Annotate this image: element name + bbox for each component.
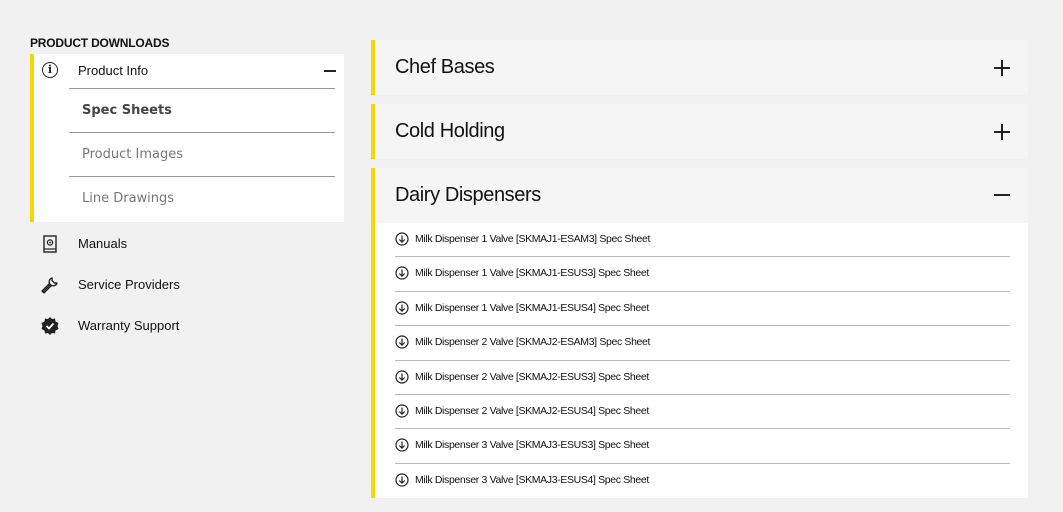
accordion-header[interactable]: Cold Holding: [375, 104, 1028, 159]
accordion-title: Dairy Dispensers: [395, 184, 541, 206]
accordion-dairy-dispensers: Dairy Dispensers Milk Dispenser 1 Valve …: [371, 168, 1028, 499]
download-icon: [395, 369, 409, 384]
wrench-icon: [41, 277, 58, 294]
download-row[interactable]: Milk Dispenser 1 Valve [SKMAJ1-ESUS3] Sp…: [395, 257, 1010, 292]
manuals-label: Manuals: [78, 236, 128, 251]
shield-check-icon: [41, 317, 59, 335]
accordion-cold-holding: Cold Holding: [371, 104, 1028, 159]
accordion-title: Cold Holding: [395, 120, 505, 142]
download-link[interactable]: Milk Dispenser 1 Valve [SKMAJ1-ESUS3] Sp…: [415, 267, 649, 279]
plus-icon[interactable]: [994, 60, 1010, 76]
info-icon: i: [42, 62, 58, 78]
sidebar-item-warranty-support[interactable]: Warranty Support: [30, 304, 344, 345]
sidebar-item-service-providers[interactable]: Service Providers: [30, 263, 344, 304]
download-link[interactable]: Milk Dispenser 2 Valve [SKMAJ2-ESAM3] Sp…: [415, 336, 650, 348]
downloads-list: Milk Dispenser 1 Valve [SKMAJ1-ESAM3] Sp…: [375, 223, 1028, 499]
download-link[interactable]: Milk Dispenser 1 Valve [SKMAJ1-ESAM3] Sp…: [415, 233, 650, 245]
sidebar-item-product-images[interactable]: Product Images: [69, 132, 335, 176]
download-icon: [395, 473, 409, 487]
download-icon: [395, 266, 409, 280]
collapse-icon[interactable]: [324, 70, 336, 72]
download-icon: [395, 404, 409, 418]
minus-icon[interactable]: [994, 194, 1010, 196]
plus-icon[interactable]: [994, 124, 1010, 140]
download-link[interactable]: Milk Dispenser 3 Valve [SKMAJ3-ESUS3] Sp…: [415, 439, 649, 451]
sidebar-section-product-info: i Product Info Spec Sheets Product Image…: [30, 54, 344, 222]
accordion-title: Chef Bases: [395, 56, 495, 78]
download-row[interactable]: Milk Dispenser 3 Valve [SKMAJ3-ESUS4] Sp…: [395, 464, 1010, 498]
download-link[interactable]: Milk Dispenser 3 Valve [SKMAJ3-ESUS4] Sp…: [415, 474, 649, 486]
download-row[interactable]: Milk Dispenser 2 Valve [SKMAJ2-ESAM3] Sp…: [395, 326, 1010, 361]
service-providers-label: Service Providers: [78, 277, 180, 292]
sidebar-item-line-drawings[interactable]: Line Drawings: [69, 176, 335, 220]
accordion-chef-bases: Chef Bases: [371, 40, 1028, 95]
download-link[interactable]: Milk Dispenser 1 Valve [SKMAJ1-ESUS4] Sp…: [415, 302, 649, 314]
download-link[interactable]: Milk Dispenser 2 Valve [SKMAJ2-ESUS4] Sp…: [415, 405, 649, 417]
product-info-toggle[interactable]: i Product Info: [34, 54, 340, 88]
download-row[interactable]: Milk Dispenser 1 Valve [SKMAJ1-ESUS4] Sp…: [395, 292, 1010, 327]
download-icon: [395, 232, 409, 246]
manual-icon: [43, 235, 57, 253]
product-info-sublist: Spec Sheets Product Images Line Drawings: [69, 88, 335, 220]
sidebar-heading: PRODUCT DOWNLOADS: [30, 36, 170, 50]
download-link[interactable]: Milk Dispenser 2 Valve [SKMAJ2-ESUS3] Sp…: [415, 371, 649, 383]
warranty-support-label: Warranty Support: [78, 318, 180, 333]
download-icon: [395, 301, 409, 315]
sidebar-item-manuals[interactable]: Manuals: [30, 222, 344, 263]
product-info-label: Product Info: [78, 63, 149, 78]
download-icon: [395, 335, 409, 349]
download-row[interactable]: Milk Dispenser 2 Valve [SKMAJ2-ESUS4] Sp…: [395, 395, 1010, 430]
download-row[interactable]: Milk Dispenser 2 Valve [SKMAJ2-ESUS3] Sp…: [395, 361, 1010, 395]
sidebar: PRODUCT DOWNLOADS i Product Info Spec Sh…: [30, 36, 344, 345]
download-row[interactable]: Milk Dispenser 1 Valve [SKMAJ1-ESAM3] Sp…: [395, 223, 1010, 258]
sidebar-item-spec-sheets[interactable]: Spec Sheets: [69, 88, 335, 132]
accordion-header[interactable]: Chef Bases: [375, 40, 1028, 95]
download-icon: [395, 438, 409, 452]
accordion-header[interactable]: Dairy Dispensers: [375, 168, 1028, 223]
download-row[interactable]: Milk Dispenser 3 Valve [SKMAJ3-ESUS3] Sp…: [395, 429, 1010, 464]
